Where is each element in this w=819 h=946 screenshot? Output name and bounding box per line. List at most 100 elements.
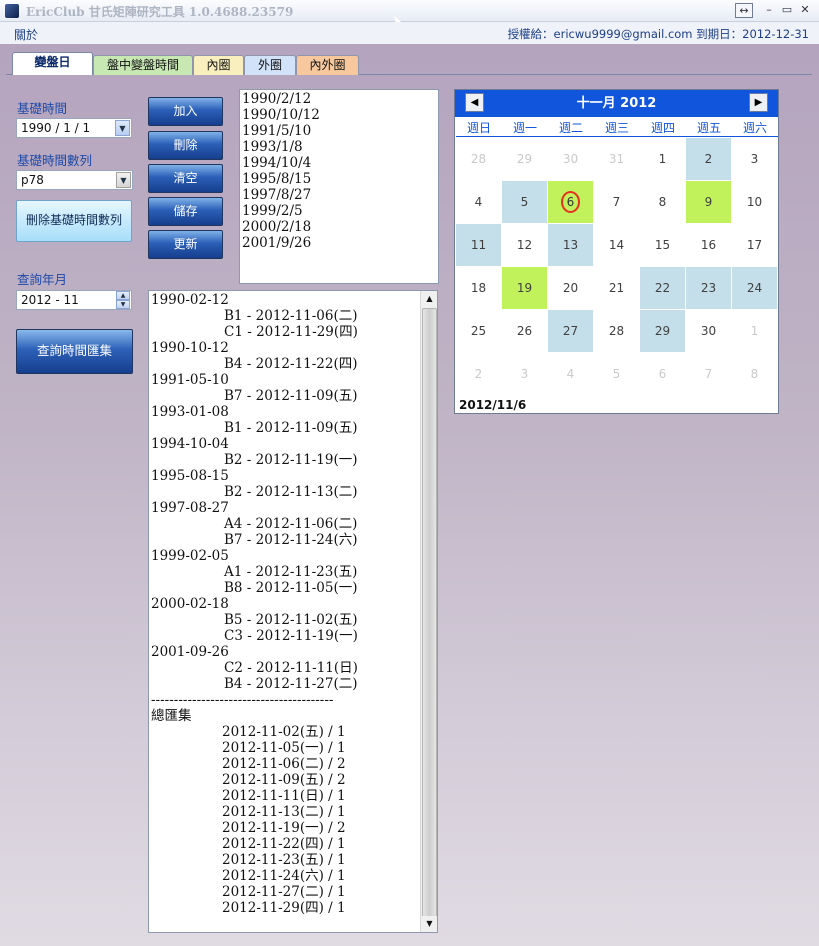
result-entry: 2012-11-23(五) / 1 (222, 852, 346, 868)
tab-intraday-time[interactable]: 盤中變盤時間 (93, 55, 193, 75)
calendar-day[interactable]: 31 (594, 138, 639, 180)
calendar-day[interactable]: 10 (732, 181, 777, 223)
list-item[interactable]: 1991/5/10 (242, 123, 436, 139)
scroll-thumb[interactable] (422, 308, 437, 917)
calendar-day[interactable]: 27 (548, 310, 593, 352)
calendar-day[interactable]: 24 (732, 267, 777, 309)
calendar-day[interactable]: 4 (456, 181, 501, 223)
calendar-day[interactable]: 20 (548, 267, 593, 309)
calendar-day[interactable]: 3 (502, 353, 547, 395)
menu-bar: 關於 授權給：ericwu9999@gmail.com 到期日：2012-12-… (0, 22, 819, 44)
spin-up-icon[interactable]: ▲ (116, 291, 130, 300)
tab-outer-circle[interactable]: 外圈 (244, 55, 296, 75)
weekday-label: 週一 (512, 121, 537, 135)
calendar-day[interactable]: 25 (456, 310, 501, 352)
calendar-day[interactable]: 7 (686, 353, 731, 395)
calendar-day[interactable]: 29 (502, 138, 547, 180)
calendar-day[interactable]: 8 (640, 181, 685, 223)
spin-down-icon[interactable]: ▼ (116, 300, 130, 309)
list-item[interactable]: 1990/2/12 (242, 91, 436, 107)
calendar-day[interactable]: 6 (640, 353, 685, 395)
weekday-label: 週五 (696, 121, 721, 135)
tab-inner-circle[interactable]: 內圈 (193, 55, 244, 75)
list-item[interactable]: 1993/1/8 (242, 139, 436, 155)
list-item[interactable]: 1990/10/12 (242, 107, 436, 123)
tab-inner-outer-circle[interactable]: 內外圈 (296, 55, 359, 75)
query-button[interactable]: 查詢時間匯集 (16, 329, 133, 374)
calendar-day[interactable]: 29 (640, 310, 685, 352)
calendar-day[interactable]: 28 (456, 138, 501, 180)
result-entry: 2012-11-29(四) / 1 (222, 900, 346, 916)
result-heading: 2001-09-26 (151, 644, 229, 660)
weekday-label: 週四 (650, 121, 675, 135)
add-button[interactable]: 加入 (148, 97, 223, 126)
result-textbox[interactable]: ▲ ▼ 1990-02-12 B1 - 2012-11-06(二) C1 - 201… (148, 290, 438, 933)
calendar-day[interactable]: 26 (502, 310, 547, 352)
calendar-day[interactable]: 2 (686, 138, 731, 180)
list-item[interactable]: 1999/2/5 (242, 203, 436, 219)
result-entry: 2012-11-13(二) / 1 (222, 804, 346, 820)
calendar-day[interactable]: 23 (686, 267, 731, 309)
calendar-day[interactable]: 12 (502, 224, 547, 266)
result-entry: 2012-11-27(二) / 1 (222, 884, 346, 900)
menu-about[interactable]: 關於 (14, 26, 38, 43)
query-month-picker[interactable]: 2012 - 11 ▲ ▼ (16, 290, 132, 310)
resize-button[interactable]: ↔ (735, 3, 753, 18)
list-item[interactable]: 2001/9/26 (242, 235, 436, 251)
chevron-down-icon[interactable]: ▼ (116, 172, 131, 188)
result-heading: 1990-10-12 (151, 340, 229, 356)
list-item[interactable]: 1997/8/27 (242, 187, 436, 203)
calendar-day[interactable]: 1 (732, 310, 777, 352)
calendar-day[interactable]: 7 (594, 181, 639, 223)
calendar-day[interactable]: 1 (640, 138, 685, 180)
calendar-day[interactable]: 13 (548, 224, 593, 266)
base-time-value: 1990 / 1 / 1 (21, 121, 91, 135)
next-month-icon[interactable]: ▶ (749, 93, 768, 112)
list-item[interactable]: 1994/10/4 (242, 155, 436, 171)
calendar-day[interactable]: 6 (548, 181, 593, 223)
chevron-down-icon[interactable]: ▼ (115, 120, 130, 136)
series-select[interactable]: p78 ▼ (16, 170, 133, 190)
minimize-button[interactable]: – (760, 3, 778, 18)
calendar-day[interactable]: 16 (686, 224, 731, 266)
calendar-day[interactable]: 11 (456, 224, 501, 266)
calendar-day[interactable]: 30 (686, 310, 731, 352)
list-item[interactable]: 2000/2/18 (242, 219, 436, 235)
update-button[interactable]: 更新 (148, 230, 223, 259)
delete-button[interactable]: 刪除 (148, 131, 223, 160)
calendar-day[interactable]: 5 (502, 181, 547, 223)
calendar-day[interactable]: 28 (594, 310, 639, 352)
base-time-picker[interactable]: 1990 / 1 / 1 ▼ (16, 118, 132, 138)
list-item[interactable]: 1995/8/15 (242, 171, 436, 187)
calendar-day[interactable]: 8 (732, 353, 777, 395)
delete-series-button[interactable]: 刪除基礎時間數列 (16, 200, 132, 242)
calendar-day[interactable]: 15 (640, 224, 685, 266)
calendar-day[interactable]: 21 (594, 267, 639, 309)
clear-button[interactable]: 清空 (148, 164, 223, 193)
result-entry: B4 - 2012-11-22(四) (224, 356, 358, 372)
tab-turning-day[interactable]: 變盤日 (12, 52, 93, 75)
result-scrollbar[interactable]: ▲ ▼ (420, 291, 437, 932)
result-entry: 2012-11-19(一) / 2 (222, 820, 346, 836)
save-button[interactable]: 儲存 (148, 197, 223, 226)
calendar-day[interactable]: 14 (594, 224, 639, 266)
calendar-day[interactable]: 19 (502, 267, 547, 309)
result-heading: 1999-02-05 (151, 548, 229, 564)
result-entry: B7 - 2012-11-09(五) (224, 388, 358, 404)
calendar-day[interactable]: 3 (732, 138, 777, 180)
calendar-day[interactable]: 2 (456, 353, 501, 395)
calendar-day[interactable]: 5 (594, 353, 639, 395)
calendar-day[interactable]: 17 (732, 224, 777, 266)
calendar-day[interactable]: 22 (640, 267, 685, 309)
base-date-list[interactable]: 1990/2/12 1990/10/12 1991/5/10 1993/1/8 1994… (239, 89, 439, 284)
result-entry: C3 - 2012-11-19(一) (224, 628, 358, 644)
close-button[interactable]: ✕ (796, 3, 814, 18)
maximize-button[interactable]: ▭ (778, 3, 796, 18)
calendar-day[interactable]: 4 (548, 353, 593, 395)
calendar-day[interactable]: 18 (456, 267, 501, 309)
scroll-down-icon[interactable]: ▼ (422, 916, 437, 932)
scroll-up-icon[interactable]: ▲ (422, 291, 437, 307)
prev-month-icon[interactable]: ◀ (465, 93, 484, 112)
calendar-day[interactable]: 9 (686, 181, 731, 223)
calendar-day[interactable]: 30 (548, 138, 593, 180)
